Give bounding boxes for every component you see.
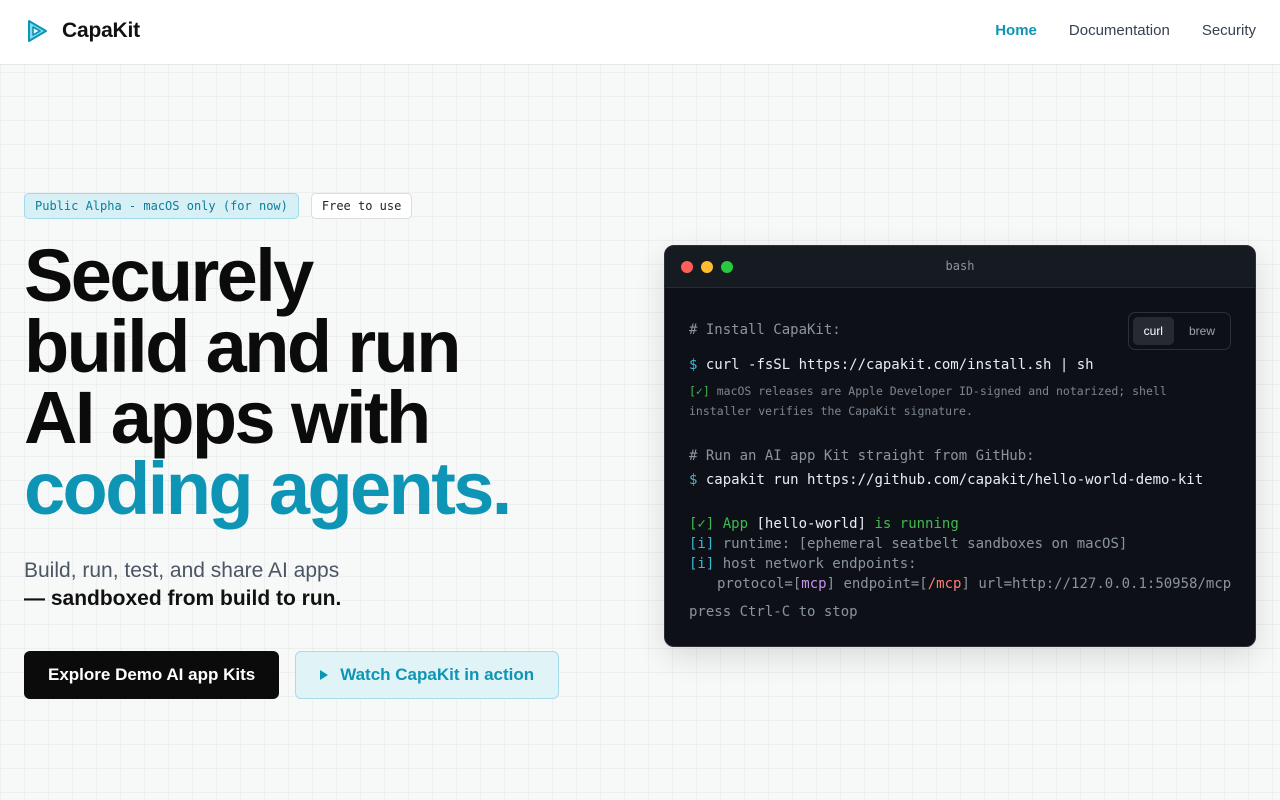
tab-brew[interactable]: brew <box>1178 317 1226 345</box>
run-command[interactable]: $ capakit run https://github.com/capakit… <box>689 472 1203 488</box>
site-header: CapaKit Home Documentation Security <box>0 0 1280 65</box>
ep-endpoint-val: /mcp <box>927 576 962 592</box>
note-text: macOS releases are Apple Developer ID-si… <box>689 384 1167 418</box>
install-comment: # Install CapaKit: <box>689 322 841 338</box>
ep-url[interactable]: ] url=http://127.0.0.1:50958/mcp <box>961 576 1231 592</box>
subtitle-line-1: Build, run, test, and share AI apps <box>24 559 340 582</box>
status-app: App <box>722 516 749 532</box>
brand-name: CapaKit <box>62 19 140 42</box>
hero-subtitle: Build, run, test, and share AI apps — sa… <box>24 557 341 613</box>
note-check: [✓] <box>689 384 710 398</box>
prompt-symbol: $ <box>689 472 698 488</box>
terminal-title: bash <box>945 259 975 273</box>
endpoints-info-tag: [i] <box>689 556 715 572</box>
nav-security[interactable]: Security <box>1202 22 1256 39</box>
runtime-value: [ephemeral seatbelt sandboxes on macOS] <box>798 536 1128 552</box>
stop-hint: press Ctrl-C to stop <box>689 604 858 620</box>
prompt-symbol: $ <box>689 357 698 373</box>
subtitle-line-2: — sandboxed from build to run. <box>24 587 342 610</box>
status-app-name: [hello-world] <box>756 516 867 532</box>
hero-badges: Public Alpha - macOS only (for now) Free… <box>24 193 413 219</box>
headline-line-2: build and run <box>24 305 461 388</box>
brand[interactable]: CapaKit <box>24 18 140 44</box>
ep-endpoint-key: ] endpoint=[ <box>826 576 928 592</box>
hero-ctas: Explore Demo AI app Kits Watch CapaKit i… <box>24 651 560 699</box>
ep-protocol-val: mcp <box>801 576 827 592</box>
runtime-info-tag: [i] <box>689 536 715 552</box>
endpoints-label: host network endpoints: <box>722 556 917 572</box>
terminal-titlebar: bash <box>665 246 1255 288</box>
install-method-tabs: curl brew <box>1127 312 1231 350</box>
tab-curl[interactable]: curl <box>1132 317 1174 345</box>
install-command-text: curl -fsSL https://capakit.com/install.s… <box>705 357 1094 373</box>
free-badge: Free to use <box>310 193 413 219</box>
main-nav: Home Documentation Security <box>995 22 1256 39</box>
headline-line-3: AI apps with <box>24 376 431 459</box>
status-running: is running <box>874 516 959 532</box>
hero-headline: Securely build and run AI apps with codi… <box>24 234 644 530</box>
play-icon <box>320 670 329 680</box>
install-command[interactable]: $ curl -fsSL https://capakit.com/install… <box>689 357 1094 373</box>
signing-note: [✓] macOS releases are Apple Developer I… <box>689 381 1189 421</box>
run-command-text: capakit run https://github.com/capakit/h… <box>705 472 1204 488</box>
nav-documentation[interactable]: Documentation <box>1069 22 1170 39</box>
watch-video-label: Watch CapaKit in action <box>340 665 535 684</box>
terminal-window: bash curl brew # Install CapaKit: $ curl… <box>664 245 1256 647</box>
status-check: [✓] <box>689 516 715 532</box>
capakit-logo-icon <box>28 20 47 42</box>
run-comment: # Run an AI app Kit straight from GitHub… <box>689 448 1035 464</box>
nav-home[interactable]: Home <box>995 22 1037 39</box>
ep-protocol-key: protocol=[ <box>717 576 802 592</box>
runtime-line: [i] runtime: [ephemeral seatbelt sandbox… <box>689 536 1127 552</box>
explore-demo-button[interactable]: Explore Demo AI app Kits <box>24 651 280 699</box>
watch-video-button[interactable]: Watch CapaKit in action <box>295 651 560 699</box>
headline-line-1: Securely <box>24 234 314 317</box>
endpoint-detail-line: protocol=[mcp] endpoint=[/mcp] url=http:… <box>717 576 1231 592</box>
runtime-label: runtime: <box>722 536 791 552</box>
endpoints-line: [i] host network endpoints: <box>689 556 917 572</box>
headline-accent: coding agents. <box>24 447 512 530</box>
alpha-badge: Public Alpha - macOS only (for now) <box>24 193 299 219</box>
status-line: [✓] App [hello-world] is running <box>689 516 959 532</box>
